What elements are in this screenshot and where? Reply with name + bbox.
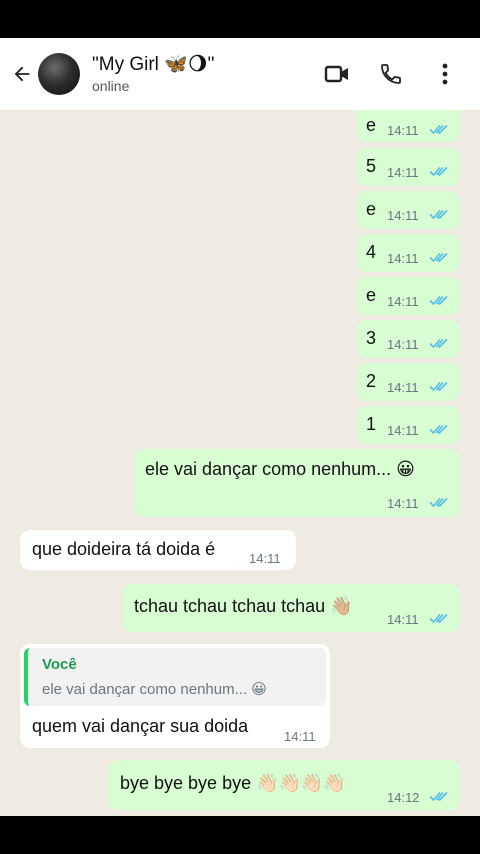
message-bubble-outgoing[interactable]: 5 14:11: [356, 148, 460, 186]
message-text: 4: [366, 242, 377, 262]
video-call-button[interactable]: [310, 50, 364, 98]
message-time: 14:11: [387, 165, 419, 180]
avatar[interactable]: [38, 53, 80, 95]
message-text: e: [366, 285, 377, 305]
double-check-icon: [429, 613, 448, 624]
message-text: que doideira tá doida é: [32, 539, 216, 559]
message-text: ele vai dançar como nenhum... 😀: [145, 459, 415, 479]
double-check-icon: [429, 791, 448, 802]
more-vertical-icon: [442, 63, 448, 85]
message-bubble-outgoing[interactable]: tchau tchau tchau tchau 👋🏼 14:11: [122, 584, 460, 632]
message-time: 14:11: [387, 294, 419, 309]
message-time: 14:11: [387, 380, 419, 395]
message-bubble-outgoing[interactable]: ele vai dançar como nenhum... 😀 14:11: [134, 449, 460, 517]
arrow-left-icon: [14, 66, 30, 82]
contact-name: "My Girl 🦋🌖": [92, 54, 215, 75]
message-bubble-outgoing[interactable]: e 14:11: [356, 191, 460, 229]
double-check-icon: [429, 166, 448, 177]
message-time: 14:11: [284, 729, 316, 744]
back-button[interactable]: [4, 38, 40, 110]
message-text: 3: [366, 328, 377, 348]
contact-status: online: [92, 78, 130, 94]
message-time: 14:12: [387, 790, 420, 805]
message-time: 14:11: [387, 496, 419, 511]
message-time: 14:11: [387, 208, 419, 223]
message-bubble-outgoing[interactable]: bye bye bye bye 👋🏻👋🏻👋🏻👋🏻 14:12: [108, 760, 460, 810]
message-bubble-outgoing[interactable]: 4 14:11: [356, 234, 460, 272]
quote-text: ele vai dançar como nenhum... 😀: [42, 681, 267, 698]
message-bubble-outgoing[interactable]: 3 14:11: [356, 320, 460, 358]
voice-call-button[interactable]: [364, 50, 418, 98]
status-bar: [0, 0, 480, 38]
message-text: 2: [366, 371, 377, 391]
quote-author: Você: [42, 656, 77, 673]
message-time: 14:11: [387, 123, 419, 138]
double-check-icon: [429, 252, 448, 263]
message-bubble-incoming[interactable]: que doideira tá doida é 14:11: [20, 530, 296, 570]
message-bubble-outgoing[interactable]: 2 14:11: [356, 363, 460, 401]
message-text: 5: [366, 156, 377, 176]
message-time: 14:11: [387, 337, 419, 352]
message-bubble-incoming-reply[interactable]: Você ele vai dançar como nenhum... 😀 que…: [20, 644, 330, 748]
contact-info[interactable]: "My Girl 🦋🌖" online: [92, 53, 214, 95]
more-options-button[interactable]: [418, 50, 472, 98]
message-bubble-outgoing[interactable]: 1 14:11: [356, 406, 460, 444]
message-text: bye bye bye bye 👋🏻👋🏻👋🏻👋🏻: [120, 773, 346, 793]
phone-icon: [381, 64, 401, 84]
message-time: 14:11: [387, 251, 419, 266]
header-actions: [310, 50, 472, 98]
double-check-icon: [429, 497, 448, 508]
double-check-icon: [429, 295, 448, 306]
double-check-icon: [429, 124, 448, 135]
message-text: e: [366, 199, 377, 219]
double-check-icon: [429, 209, 448, 220]
double-check-icon: [429, 338, 448, 349]
message-text: quem vai dançar sua doida: [32, 716, 249, 736]
chat-area[interactable]: e 14:11 5 14:11 e 14:11 4 14:11 e 14:11 …: [0, 110, 480, 816]
message-text: tchau tchau tchau tchau 👋🏼: [134, 596, 353, 616]
quoted-message[interactable]: Você ele vai dançar como nenhum... 😀: [24, 648, 326, 706]
message-text: 1: [366, 414, 377, 434]
message-time: 14:11: [387, 612, 419, 627]
chat-header: "My Girl 🦋🌖" online: [0, 38, 480, 110]
message-time: 14:11: [249, 551, 281, 566]
double-check-icon: [429, 381, 448, 392]
message-text: e: [366, 115, 377, 135]
message-bubble-outgoing[interactable]: e 14:11: [356, 277, 460, 315]
message-time: 14:11: [387, 423, 419, 438]
video-camera-icon: [324, 65, 348, 83]
message-bubble-outgoing[interactable]: e 14:11: [356, 110, 460, 142]
navigation-bar: [0, 816, 480, 854]
double-check-icon: [429, 424, 448, 435]
